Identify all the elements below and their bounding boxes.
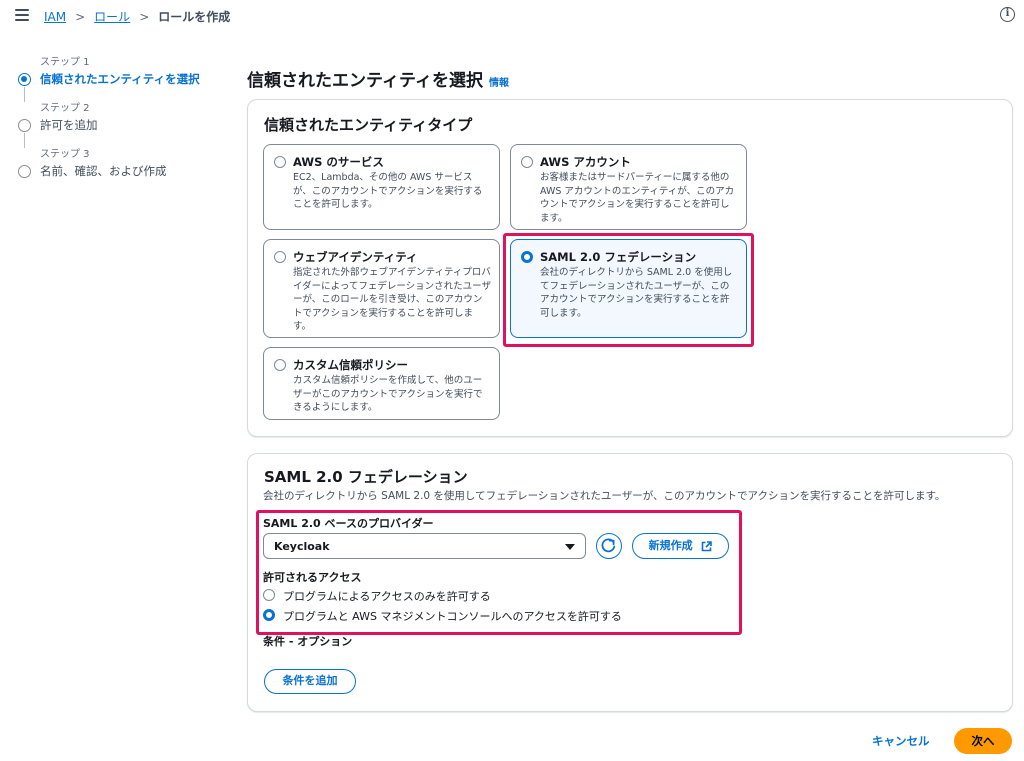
step-2: ステップ 2 許可を追加	[18, 102, 228, 148]
step-number: ステップ 1	[40, 57, 90, 68]
radio-button[interactable]	[274, 359, 286, 371]
tile-title: ウェブアイデンティティ	[293, 250, 418, 264]
radio-button[interactable]	[521, 156, 533, 168]
tile-description: EC2、Lambda、その他の AWS サービスが、このアカウントでアクションを…	[293, 172, 483, 210]
step-label: 名前、確認、および作成	[40, 164, 167, 178]
breadcrumb-current: ロールを作成	[158, 10, 231, 24]
step-connector	[24, 87, 25, 102]
tile-description: 指定された外部ウェブアイデンティティプロバイダーによってフェデレーションされたユ…	[293, 267, 491, 332]
entity-type-title: 信頼されたエンティティタイプ	[264, 116, 473, 134]
step-indicator-icon	[18, 165, 31, 178]
step-1[interactable]: ステップ 1 信頼されたエンティティを選択	[18, 56, 228, 102]
page-title-text: 信頼されたエンティティを選択	[247, 71, 483, 91]
tile-aws-service[interactable]: AWS のサービス EC2、Lambda、その他の AWS サービスが、このアカ…	[263, 144, 500, 230]
breadcrumb-roles[interactable]: ロール	[94, 8, 130, 25]
info-icon[interactable]: i	[1000, 7, 1015, 22]
saml-section-description: 会社のディレクトリから SAML 2.0 を使用してフェデレーションされたユーザ…	[263, 490, 946, 502]
page-title: 信頼されたエンティティを選択 情報	[247, 66, 509, 91]
cancel-button[interactable]: キャンセル	[872, 733, 930, 749]
step-label: 許可を追加	[40, 118, 98, 132]
tile-description: お客様またはサードパーティーに属する他の AWS アカウントのエンティティが、こ…	[540, 172, 735, 224]
step-number: ステップ 3	[40, 149, 90, 160]
saml-section-title: SAML 2.0 フェデレーション	[264, 468, 468, 486]
tile-title: カスタム信頼ポリシー	[293, 358, 408, 372]
wizard-steps: ステップ 1 信頼されたエンティティを選択 ステップ 2 許可を追加 ステップ …	[18, 56, 228, 194]
conditions-label: 条件 - オプション	[263, 635, 353, 648]
breadcrumb: IAM > ロール > ロールを作成	[44, 8, 230, 25]
info-link[interactable]: 情報	[489, 78, 509, 89]
step-3: ステップ 3 名前、確認、および作成	[18, 148, 228, 194]
tile-description: カスタム信頼ポリシーを作成して、他のユーザーがこのアカウントでアクションを実行で…	[293, 375, 483, 413]
add-condition-button[interactable]: 条件を追加	[264, 669, 356, 694]
step-indicator-icon	[18, 119, 31, 132]
radio-button[interactable]	[274, 251, 286, 263]
menu-icon[interactable]	[15, 9, 29, 21]
step-label: 信頼されたエンティティを選択	[40, 72, 200, 86]
chevron-right-icon: >	[139, 9, 150, 24]
next-button[interactable]: 次へ	[954, 728, 1012, 754]
step-indicator-icon	[18, 73, 31, 86]
radio-button[interactable]	[274, 156, 286, 168]
step-connector	[24, 133, 25, 148]
top-navigation: IAM > ロール > ロールを作成 i	[0, 0, 1024, 32]
tile-web-identity[interactable]: ウェブアイデンティティ 指定された外部ウェブアイデンティティプロバイダーによって…	[263, 239, 500, 338]
step-number: ステップ 2	[40, 103, 90, 114]
breadcrumb-iam[interactable]: IAM	[44, 10, 66, 24]
tile-title: AWS アカウント	[540, 155, 631, 169]
highlight-box-provider-access	[256, 510, 742, 635]
tile-custom-trust-policy[interactable]: カスタム信頼ポリシー カスタム信頼ポリシーを作成して、他のユーザーがこのアカウン…	[263, 347, 500, 420]
chevron-right-icon: >	[75, 9, 86, 24]
tile-aws-account[interactable]: AWS アカウント お客様またはサードパーティーに属する他の AWS アカウント…	[510, 144, 747, 230]
tile-title: AWS のサービス	[293, 155, 384, 169]
highlight-box-saml-tile	[503, 233, 754, 347]
